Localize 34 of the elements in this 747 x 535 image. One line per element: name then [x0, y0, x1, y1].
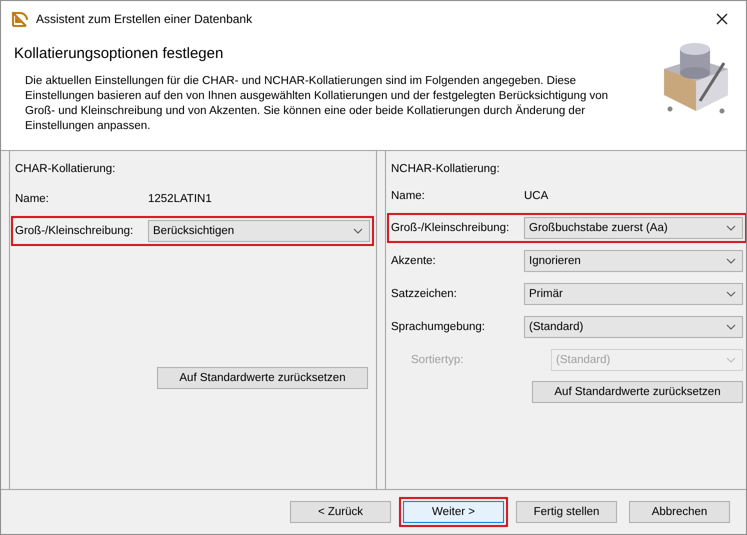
field-label: Satzzeichen:: [391, 288, 458, 300]
collation-name: UCA: [524, 190, 550, 202]
field-label: Groß-/Kleinschreibung:: [15, 225, 134, 237]
drafting-tool-icon: [11, 10, 29, 28]
wizard-button[interactable]: Weiter >: [403, 501, 504, 523]
page-heading: Kollatierungsoptionen festlegen: [14, 45, 224, 62]
reset-defaults-button[interactable]: Auf Standardwerte zurücksetzen: [157, 367, 368, 389]
dropdown[interactable]: Primär: [524, 283, 743, 305]
section-label: CHAR-Kollatierung:: [15, 163, 116, 177]
chevron-icon: [726, 291, 736, 297]
field-label: Sprachumgebung:: [391, 321, 486, 333]
dropdown[interactable]: Großbuchstabe zuerst (Aa): [524, 217, 743, 239]
field-label: Name:: [391, 190, 426, 202]
chevron-icon: [726, 258, 736, 264]
collation-name: 1252LATIN1: [148, 193, 213, 205]
chevron-icon: [726, 357, 736, 363]
wizard-button[interactable]: Fertig stellen: [516, 501, 617, 523]
chevron-icon: [726, 324, 736, 330]
field-label: Groß-/Kleinschreibung:: [391, 222, 510, 234]
wizard-button[interactable]: < Zurück: [290, 501, 391, 523]
field-label: Sortiertyp:: [410, 354, 464, 366]
dropdown[interactable]: Berücksichtigen: [148, 220, 370, 242]
wizard-button[interactable]: Abbrechen: [629, 501, 730, 523]
reset-defaults-button[interactable]: Auf Standardwerte zurücksetzen: [532, 381, 743, 403]
field-label: Akzente:: [391, 255, 437, 267]
field-label: Name:: [15, 193, 50, 205]
close-icon[interactable]: [716, 13, 728, 25]
section-label: NCHAR-Kollatierung:: [391, 163, 501, 175]
dropdown[interactable]: (Standard): [524, 316, 743, 338]
description-text: Die aktuellen Einstellungen für die CHAR- und NCHAR-Kollatierungen sind im Folgenden angegeben. Diese Einstellungen basieren auf den von Ihnen ausgewählten Kollatierungen und der festgelegten Berücksichtigung von Groß- und Kleinschreibung und von Akzenten. Sie können eine oder beide Kollatierungen durch Änderung der Einstellungen anpassen.: [24, 74, 610, 134]
dropdown[interactable]: Ignorieren: [524, 250, 743, 272]
chevron-icon: [353, 228, 363, 234]
chevron-icon: [726, 225, 736, 231]
window-title: Assistent zum Erstellen einer Datenbank: [36, 12, 254, 26]
